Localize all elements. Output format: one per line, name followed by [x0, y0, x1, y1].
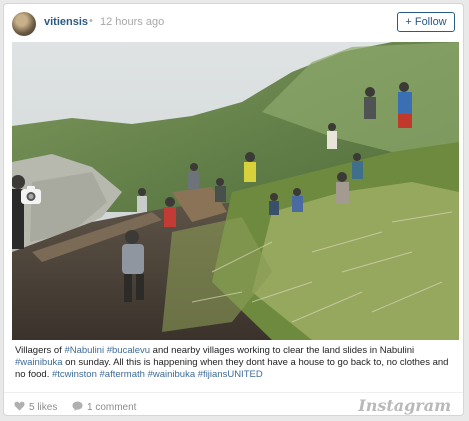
landslide-photo — [12, 42, 459, 340]
plus-icon: + — [405, 16, 412, 28]
username-link[interactable]: vitiensis — [44, 16, 88, 28]
avatar[interactable] — [12, 12, 36, 36]
separator-dot: • — [89, 15, 93, 27]
hashtag-link[interactable]: #tcwinston — [52, 369, 97, 380]
comments-count[interactable]: 1 comment — [72, 401, 136, 413]
hashtag-link[interactable]: #fijiansUNITED — [198, 369, 263, 380]
post-footer: 5 likes 1 comment Instagram — [4, 392, 463, 417]
post-timestamp[interactable]: 12 hours ago — [100, 16, 164, 28]
hashtag-link[interactable]: #wainibuka — [15, 357, 63, 368]
speech-bubble-icon — [72, 401, 83, 411]
comments-label: 1 comment — [87, 402, 137, 413]
hashtag-link[interactable]: #bucalevu — [107, 345, 150, 356]
likes-label: 5 likes — [29, 402, 58, 413]
follow-button[interactable]: + Follow — [397, 12, 455, 32]
likes-count[interactable]: 5 likes — [14, 401, 57, 413]
post-caption: Villagers of #Nabulini #bucalevu and nea… — [15, 345, 455, 381]
hashtag-link[interactable]: #wainibuka — [148, 369, 196, 380]
caption-text: and nearby villages working to clear the… — [150, 345, 415, 356]
post-header: vitiensis • 12 hours ago + Follow — [4, 4, 463, 42]
follow-button-label: Follow — [414, 16, 447, 28]
hashtag-link[interactable]: #aftermath — [100, 369, 145, 380]
instagram-post-card: vitiensis • 12 hours ago + Follow Villag… — [3, 3, 464, 416]
instagram-logo[interactable]: Instagram — [358, 396, 451, 415]
hashtag-link[interactable]: #Nabulini — [64, 345, 104, 356]
camera-icon[interactable] — [21, 186, 41, 204]
post-photo[interactable] — [12, 42, 459, 340]
caption-text: Villagers of — [15, 345, 65, 356]
heart-icon — [14, 401, 25, 411]
